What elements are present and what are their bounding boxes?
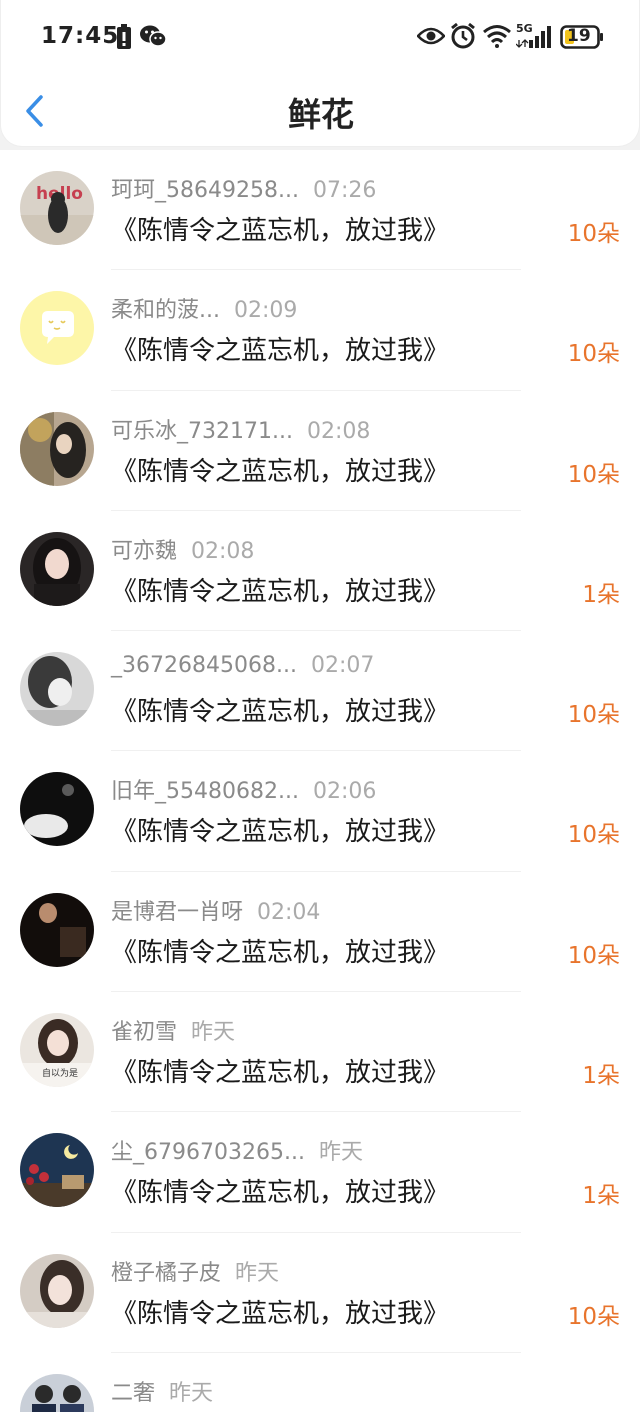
flower-count: 10朵 [567, 461, 620, 488]
list-item[interactable]: 旧年_55480682... 02:06 《陈情令之蓝忘机，放过我》 10朵 [0, 751, 640, 872]
send-time: 02:07 [310, 653, 375, 679]
list-item[interactable]: 自以为是 雀初雪 昨天 《陈情令之蓝忘机，放过我》 1朵 [0, 992, 640, 1113]
signal-icon [515, 26, 552, 52]
avatar[interactable]: hello [20, 171, 94, 245]
status-bar: 17:45 5G 19 [1, 0, 640, 72]
avatar[interactable] [20, 892, 94, 967]
send-time: 02:08 [191, 538, 255, 564]
sender-line: 尘_6796703265... 昨天 [111, 1134, 363, 1166]
book-title: 《陈情令之蓝忘机，放过我》 [111, 817, 450, 848]
sender-line: 雀初雪 昨天 [111, 1014, 235, 1046]
avatar[interactable]: 自以为是 [20, 1013, 94, 1088]
avatar[interactable] [20, 531, 94, 606]
sender-name: 可亦魏 [111, 538, 178, 564]
send-time: 02:09 [233, 298, 298, 324]
send-time: 02:06 [312, 779, 377, 805]
avatar[interactable] [20, 291, 94, 366]
sender-line: 橙子橘子皮 昨天 [111, 1255, 279, 1287]
book-title: 《陈情令之蓝忘机，放过我》 [111, 216, 450, 246]
flower-count: 10朵 [567, 1303, 620, 1330]
avatar[interactable] [20, 1253, 94, 1328]
sender-name: 可乐冰_732171... [111, 418, 293, 444]
sender-line: 二奢 昨天 [111, 1375, 213, 1407]
sender-line: 柔和的菠... 02:09 [111, 292, 297, 324]
sender-line: 珂珂_58649258... 07:26 [111, 172, 376, 204]
sender-name: 旧年_55480682... [111, 779, 299, 805]
sender-name: 尘_6796703265... [111, 1140, 305, 1166]
sender-name: 橙子橘子皮 [111, 1260, 222, 1286]
list-item[interactable]: _36726845068... 02:07 《陈情令之蓝忘机，放过我》 10朵 [0, 631, 640, 752]
status-time: 17:45 [41, 23, 120, 49]
book-title: 《陈情令之蓝忘机，放过我》 [111, 336, 450, 367]
send-time: 昨天 [169, 1380, 214, 1406]
book-title: 《陈情令之蓝忘机，放过我》 [111, 1298, 450, 1329]
book-title: 《陈情令之蓝忘机，放过我》 [111, 1178, 450, 1209]
sender-line: 是博君一肖呀 02:04 [111, 894, 320, 926]
book-title: 《陈情令之蓝忘机，放过我》 [111, 937, 450, 968]
flower-count: 10朵 [567, 221, 620, 247]
flower-list: hello 珂珂_58649258...07:26 《陈情令之蓝忘机，放过我》 … [0, 150, 640, 1412]
list-item[interactable]: hello 珂珂_58649258...07:26 《陈情令之蓝忘机，放过我》 … [0, 150, 640, 271]
sender-line: _36726845068... 02:07 [111, 653, 374, 678]
eye-icon [416, 26, 446, 50]
wifi-icon [482, 24, 512, 52]
avatar[interactable] [20, 1373, 94, 1412]
flower-count: 10朵 [567, 942, 620, 969]
flower-count: 10朵 [567, 702, 620, 729]
sender-line: 可乐冰_732171... 02:08 [111, 413, 370, 445]
list-item[interactable]: 可乐冰_732171... 02:08 《陈情令之蓝忘机，放过我》 10朵 [0, 391, 640, 511]
sender-name: 是博君一肖呀 [111, 899, 244, 925]
sender-name: 雀初雪 [111, 1020, 178, 1046]
sender-name: 珂珂_58649258... [111, 178, 299, 203]
list-item[interactable]: 二奢 昨天 [0, 1353, 640, 1412]
battery-level: 19 [567, 26, 591, 46]
flower-count: 1朵 [582, 1183, 620, 1210]
sender-name: _36726845068... [111, 653, 297, 679]
list-item[interactable]: 尘_6796703265... 昨天 《陈情令之蓝忘机，放过我》 1朵 [0, 1112, 640, 1233]
header-card: 17:45 5G 19 鲜花 [0, 0, 640, 147]
send-time: 02:08 [306, 418, 371, 444]
sender-name: 柔和的菠... [111, 298, 220, 324]
send-time: 昨天 [191, 1020, 236, 1046]
book-title: 《陈情令之蓝忘机，放过我》 [111, 1058, 450, 1089]
wechat-icon [139, 24, 167, 52]
avatar-caption-text: 自以为是 [42, 1067, 78, 1079]
avatar[interactable] [20, 1133, 94, 1208]
list-item[interactable]: 橙子橘子皮 昨天 《陈情令之蓝忘机，放过我》 10朵 [0, 1233, 640, 1353]
send-time: 07:26 [312, 178, 377, 203]
alarm-icon [450, 22, 476, 54]
sender-line: 可亦魏 02:08 [111, 533, 254, 565]
avatar[interactable] [20, 652, 94, 727]
sender-name: 二奢 [111, 1380, 156, 1406]
flower-count: 10朵 [567, 822, 620, 849]
book-title: 《陈情令之蓝忘机，放过我》 [111, 576, 450, 607]
book-title: 《陈情令之蓝忘机，放过我》 [111, 697, 450, 728]
avatar[interactable] [20, 772, 94, 847]
nav-bar: 鲜花 [1, 76, 640, 146]
flower-count: 1朵 [582, 581, 620, 608]
book-title: 《陈情令之蓝忘机，放过我》 [111, 456, 450, 487]
send-time: 昨天 [318, 1140, 363, 1166]
sender-line: 旧年_55480682... 02:06 [111, 773, 376, 805]
list-item[interactable]: 柔和的菠... 02:09 《陈情令之蓝忘机，放过我》 10朵 [0, 270, 640, 391]
send-time: 昨天 [235, 1260, 280, 1286]
page-title: 鲜花 [288, 95, 354, 134]
send-time: 02:04 [257, 899, 321, 925]
flower-count: 1朵 [582, 1063, 620, 1090]
sim-card-icon [116, 24, 132, 54]
list-item[interactable]: 可亦魏 02:08 《陈情令之蓝忘机，放过我》 1朵 [0, 511, 640, 632]
list-item[interactable]: 是博君一肖呀 02:04 《陈情令之蓝忘机，放过我》 10朵 [0, 872, 640, 993]
flower-count: 10朵 [567, 341, 620, 368]
avatar[interactable] [20, 411, 94, 486]
